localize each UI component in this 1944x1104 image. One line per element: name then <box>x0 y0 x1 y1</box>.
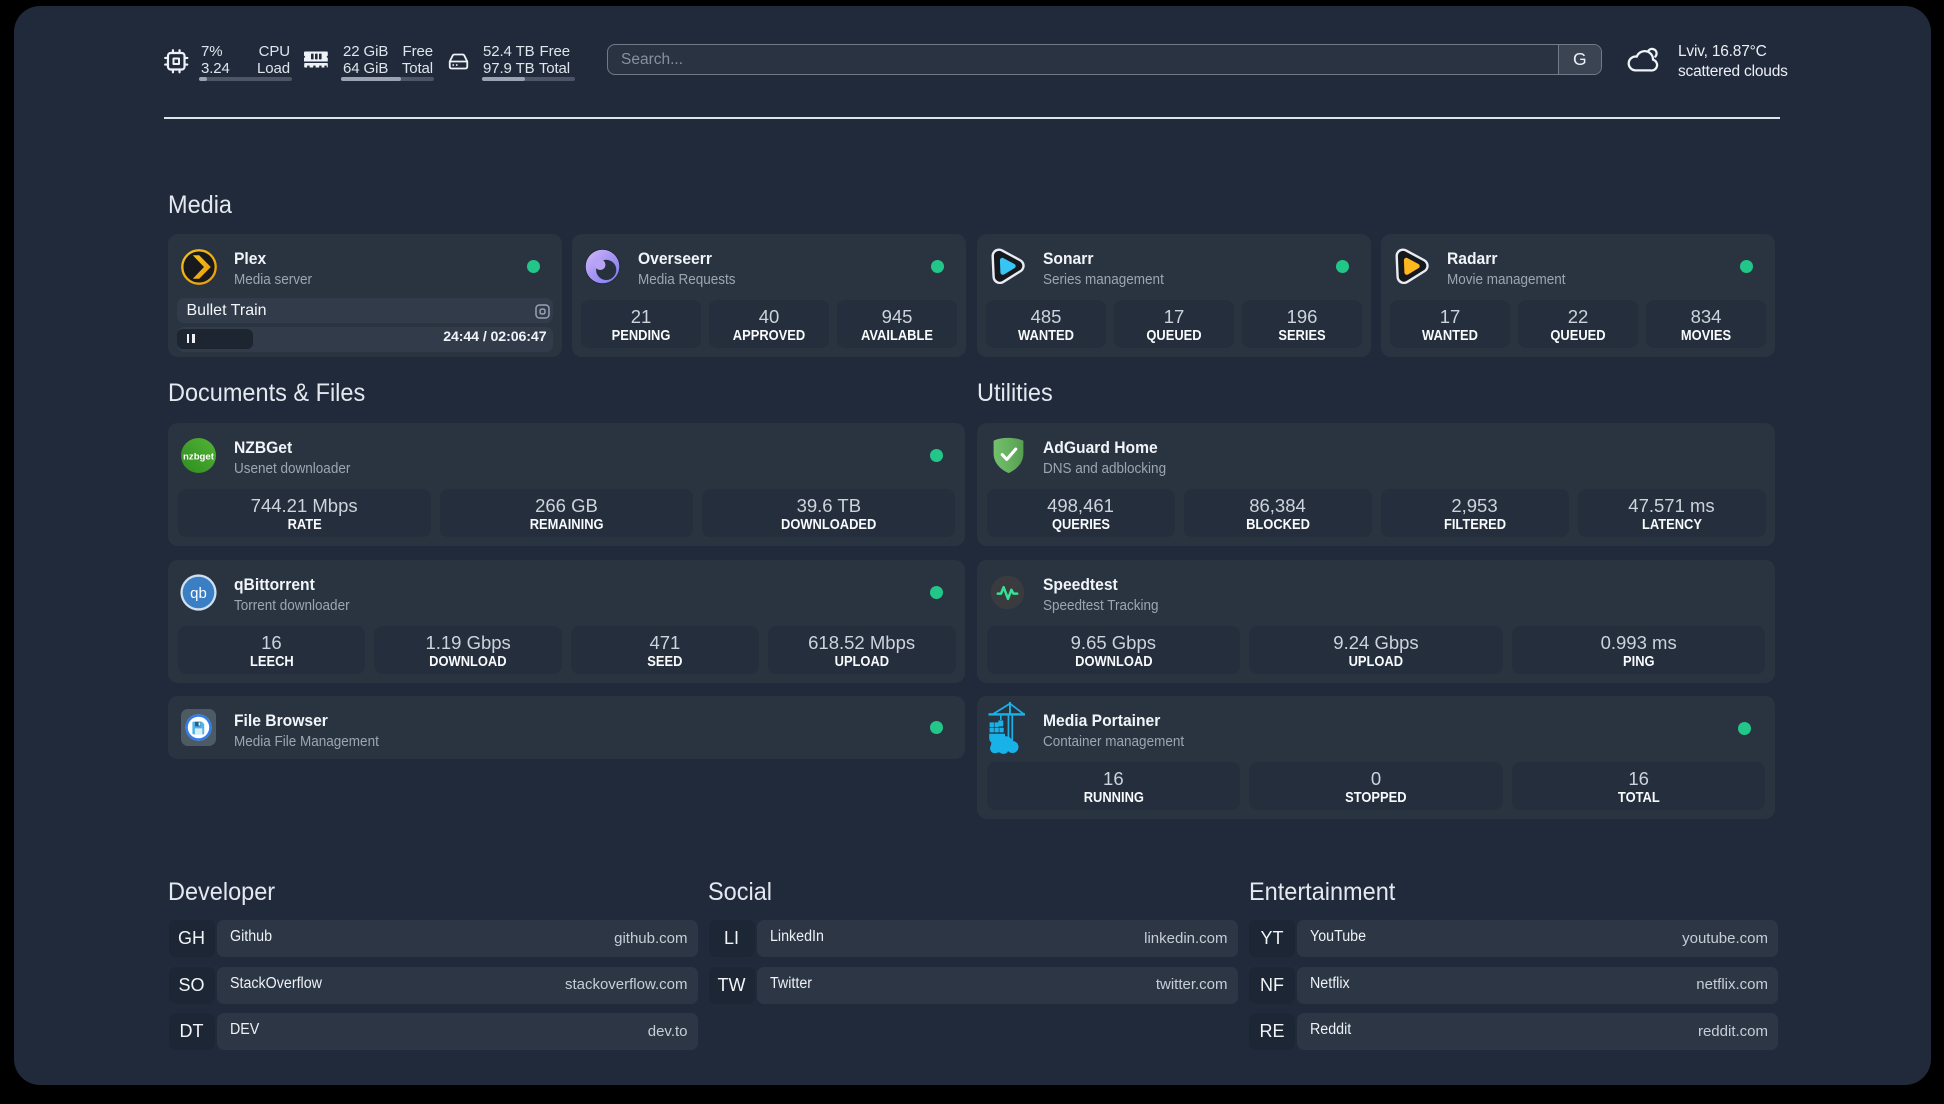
svg-text:qb: qb <box>190 585 207 602</box>
svg-text:nzbget: nzbget <box>183 452 215 463</box>
